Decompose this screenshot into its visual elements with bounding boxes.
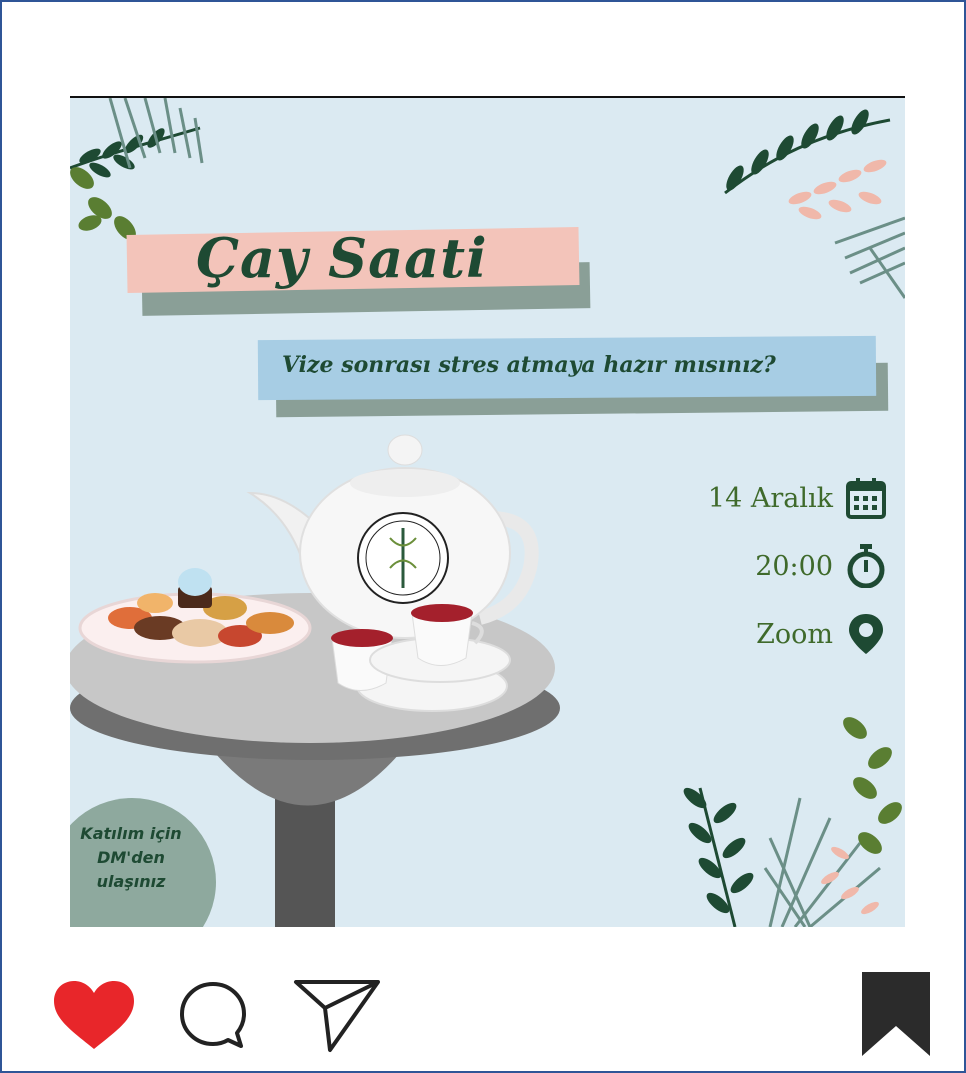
dm-line-1: Katılım için [80, 824, 182, 843]
location-pin-icon [849, 614, 883, 654]
cookie-plate [78, 568, 312, 664]
leaves-bottom-right [683, 717, 902, 927]
location-text: Zoom [756, 618, 833, 650]
calendar-icon [846, 478, 886, 519]
dm-text: Katılım için DM'den ulaşınız [76, 822, 186, 894]
location-row: Zoom [756, 612, 887, 656]
leaves-top-left [70, 98, 204, 240]
send-icon[interactable] [292, 978, 382, 1054]
post-title: Çay Saati [196, 226, 488, 290]
bookmark-icon[interactable] [862, 972, 930, 1056]
stopwatch-icon [847, 544, 885, 588]
date-text: 14 Aralık [707, 482, 833, 514]
heart-icon[interactable] [52, 979, 136, 1051]
leaves-top-right [724, 109, 905, 299]
post-subtitle: Vize sonrası stres atmaya hazır mısınız? [282, 352, 776, 378]
time-row: 20:00 [755, 544, 887, 588]
date-row: 14 Aralık [708, 476, 887, 520]
post-image[interactable]: Çay Saati Vize sonrası stres atmaya hazı… [70, 96, 905, 927]
dm-line-2: DM'den [97, 848, 165, 867]
dm-line-3: ulaşınız [96, 872, 166, 891]
time-text: 20:00 [755, 550, 833, 582]
comment-icon[interactable] [178, 980, 248, 1050]
